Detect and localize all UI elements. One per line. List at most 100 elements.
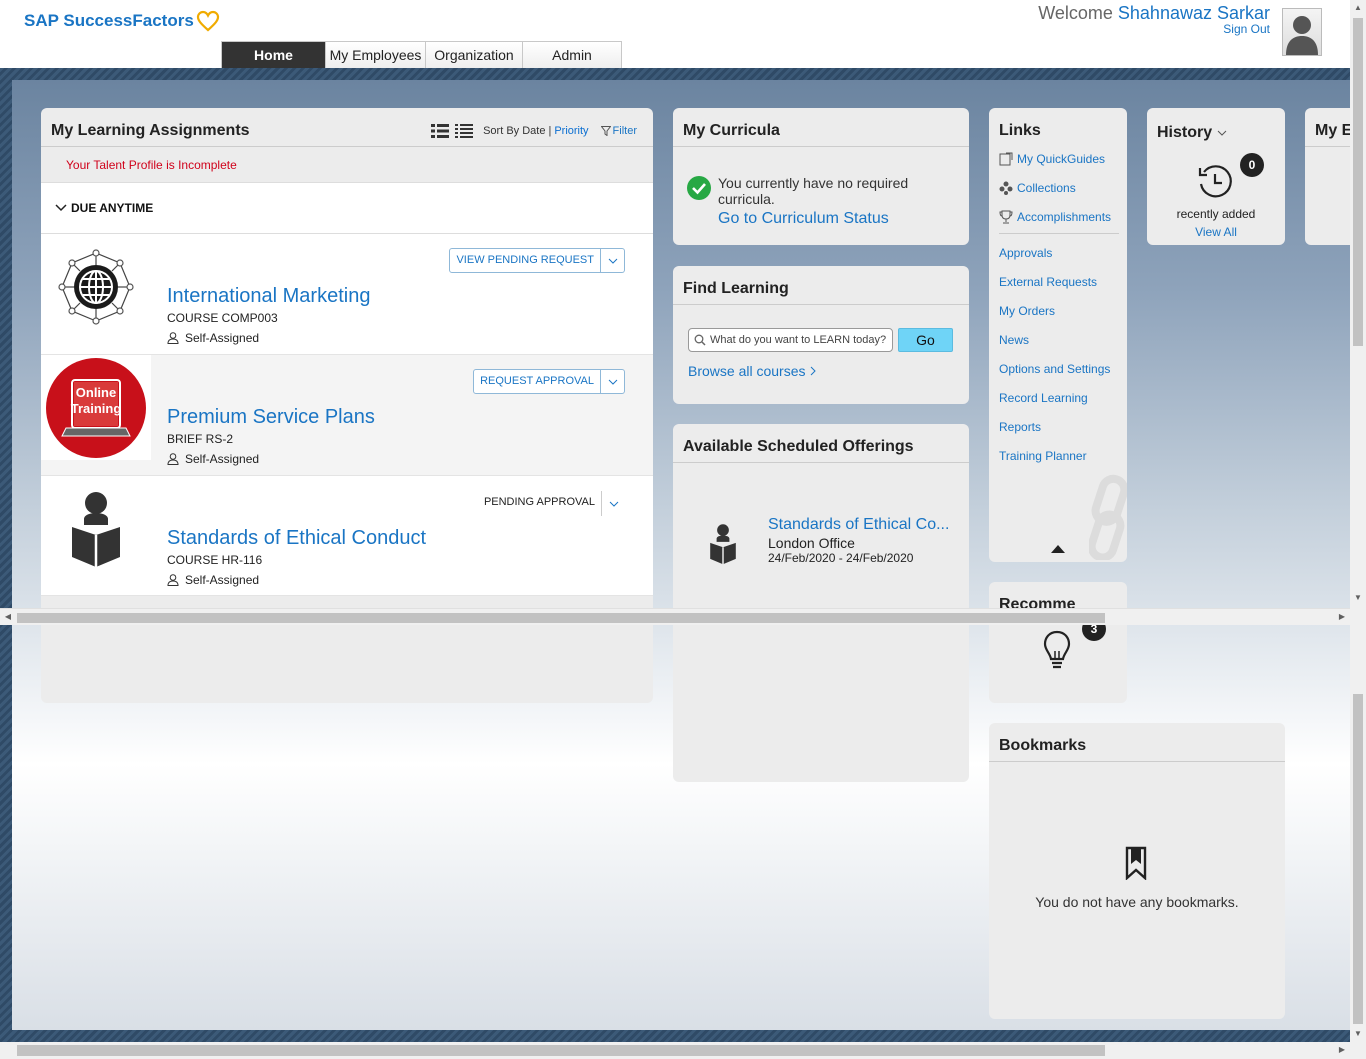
content-area: My Learning Assignments Sort By Date | P… — [12, 80, 1350, 1030]
tab-home[interactable]: Home — [222, 42, 326, 68]
history-title[interactable]: History — [1147, 108, 1285, 144]
course-row: Online Training Premium Service Plans BR… — [41, 355, 653, 476]
vertical-scrollbar[interactable]: ▲ ▼ ▼ — [1350, 0, 1366, 1042]
tab-admin[interactable]: Admin — [523, 42, 621, 68]
bookmark-icon — [1125, 846, 1147, 880]
link-accomplishments[interactable]: Accomplishments — [989, 202, 1127, 231]
sign-out-link[interactable]: Sign Out — [1223, 22, 1270, 36]
guide-icon — [999, 152, 1013, 165]
view-pending-request-button[interactable]: VIEW PENDING REQUEST — [449, 248, 601, 273]
chevron-down-icon — [608, 379, 617, 385]
list-view-icon[interactable] — [431, 124, 450, 138]
collections-icon — [999, 181, 1013, 195]
link-collections[interactable]: Collections — [989, 173, 1127, 202]
talent-profile-warning[interactable]: Your Talent Profile is Incomplete — [41, 147, 653, 183]
sort-by-priority[interactable]: Priority — [554, 125, 588, 137]
scroll-left-arrow-icon[interactable]: ◀ — [0, 609, 16, 625]
chevron-right-icon — [811, 366, 817, 376]
user-name: Shahnawaz Sarkar — [1117, 3, 1270, 23]
sort-separator: | — [548, 125, 552, 137]
learning-search-input[interactable]: What do you want to LEARN today? — [688, 328, 893, 352]
chevron-down-icon — [608, 258, 617, 264]
chevron-down-icon — [1217, 130, 1227, 136]
link-my-quickguides[interactable]: My QuickGuides — [989, 144, 1127, 173]
bookmarks-tile: Bookmarks You do not have any bookmarks. — [989, 723, 1285, 1019]
assignment-type: Self-Assigned — [167, 331, 259, 345]
avatar[interactable] — [1282, 8, 1322, 56]
action-menu-button[interactable] — [601, 369, 625, 394]
history-tile: History 0 recently added View All — [1147, 108, 1285, 245]
pending-approval-status: PENDING APPROVAL — [483, 496, 595, 508]
sap-successfactors-logo[interactable]: SAP SuccessFactors — [24, 10, 220, 32]
my-e-tile: My E — [1305, 108, 1350, 245]
offering-location: London Office — [768, 535, 855, 551]
link-options-settings[interactable]: Options and Settings — [989, 354, 1127, 383]
welcome-text: Welcome Shahnawaz Sarkar — [1038, 3, 1270, 23]
chevron-down-icon — [55, 204, 67, 212]
link-my-orders[interactable]: My Orders — [989, 296, 1127, 325]
collapse-arrow-icon[interactable] — [1051, 545, 1065, 553]
course-title[interactable]: Premium Service Plans — [167, 406, 375, 429]
browse-all-courses-link[interactable]: Browse all courses — [688, 363, 817, 379]
scrollbar-thumb[interactable] — [17, 613, 1105, 623]
course-row: International Marketing COURSE COMP003 S… — [41, 234, 653, 355]
scroll-down-arrow-icon[interactable]: ▼ — [1350, 1026, 1366, 1042]
course-code: COURSE HR-116 — [167, 553, 263, 567]
filter-icon — [600, 126, 611, 136]
action-menu-button[interactable] — [601, 248, 625, 273]
course-title[interactable]: International Marketing — [167, 285, 370, 308]
link-reports[interactable]: Reports — [989, 412, 1127, 441]
offering-title[interactable]: Standards of Ethical Co... — [768, 516, 958, 534]
history-label: recently added — [1176, 207, 1256, 221]
link-external-requests[interactable]: External Requests — [989, 267, 1127, 296]
scroll-right-arrow-icon[interactable]: ▶ — [1334, 609, 1350, 625]
horizontal-scrollbar[interactable]: ◀ ▶ — [0, 608, 1350, 625]
due-anytime-group[interactable]: DUE ANYTIME — [41, 183, 653, 234]
course-title[interactable]: Standards of Ethical Conduct — [167, 527, 426, 550]
scrollbar-thumb[interactable] — [1353, 694, 1363, 1024]
link-approvals[interactable]: Approvals — [989, 238, 1127, 267]
compact-list-icon[interactable] — [455, 124, 474, 138]
view-all-link[interactable]: View All — [1147, 225, 1285, 239]
trophy-icon — [999, 210, 1013, 223]
person-icon — [167, 453, 179, 465]
tab-organization[interactable]: Organization — [426, 42, 523, 68]
lightbulb-icon — [1043, 630, 1071, 669]
curriculum-status-link[interactable]: Go to Curriculum Status — [718, 210, 928, 228]
chevron-down-icon — [609, 501, 618, 507]
course-row: Standards of Ethical Conduct COURSE HR-1… — [41, 476, 653, 596]
offering-item[interactable]: Standards of Ethical Co... London Office… — [673, 513, 969, 573]
link-news[interactable]: News — [989, 325, 1127, 354]
request-approval-button[interactable]: REQUEST APPROVAL — [473, 369, 601, 394]
tab-my-employees[interactable]: My Employees — [326, 42, 426, 68]
course-list: DUE ANYTIME International Marketing COUR… — [41, 183, 653, 596]
go-button[interactable]: Go — [898, 328, 953, 352]
horizontal-scrollbar[interactable]: ▶ — [0, 1042, 1366, 1059]
scroll-down-arrow-icon[interactable]: ▼ — [1350, 590, 1366, 606]
my-e-title: My E — [1305, 108, 1350, 147]
sort-by-date[interactable]: Sort By Date — [483, 125, 545, 137]
scrollbar-thumb[interactable] — [1353, 18, 1363, 346]
history-clock-icon — [1198, 165, 1232, 198]
link-training-planner[interactable]: Training Planner — [989, 441, 1127, 470]
action-menu-button[interactable] — [601, 491, 625, 516]
scheduled-offerings-tile: Available Scheduled Offerings Standards … — [673, 424, 969, 782]
links-tile: Links My QuickGuides Collections Accompl… — [989, 108, 1127, 562]
scrollbar-thumb[interactable] — [17, 1045, 1105, 1056]
person-icon — [167, 332, 179, 344]
view-pending-request-action: VIEW PENDING REQUEST — [449, 248, 625, 273]
request-approval-action: REQUEST APPROVAL — [473, 369, 625, 394]
offering-dates: 24/Feb/2020 - 24/Feb/2020 — [768, 551, 914, 565]
history-count-badge: 0 — [1240, 153, 1264, 177]
filter-button[interactable]: Filter — [600, 125, 637, 137]
assignment-type: Self-Assigned — [167, 573, 259, 587]
thumb-text-training: Training — [71, 401, 122, 416]
app-header: SAP SuccessFactors Welcome Shahnawaz Sar… — [0, 0, 1350, 68]
bookmarks-title: Bookmarks — [989, 723, 1285, 762]
link-chain-watermark-icon — [1089, 474, 1127, 560]
scroll-right-arrow-icon[interactable]: ▶ — [1334, 1042, 1350, 1058]
find-learning-title: Find Learning — [673, 266, 969, 305]
bookmarks-empty-message: You do not have any bookmarks. — [1035, 894, 1239, 910]
link-record-learning[interactable]: Record Learning — [989, 383, 1127, 412]
scroll-up-arrow-icon[interactable]: ▲ — [1350, 0, 1366, 16]
